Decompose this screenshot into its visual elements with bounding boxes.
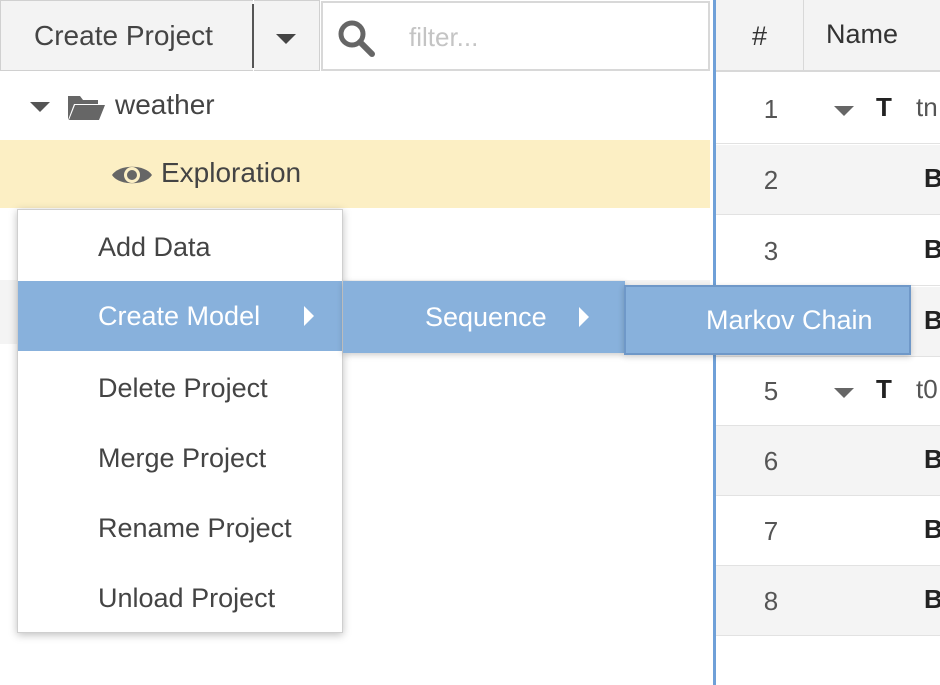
type-badge: B bbox=[924, 514, 940, 544]
tree-item-label: Exploration bbox=[161, 157, 302, 188]
project-context-menu: Add Data Create Model Delete Project Mer… bbox=[17, 209, 343, 633]
menu-item-label: Delete Project bbox=[98, 372, 268, 403]
expand-triangle-icon[interactable] bbox=[834, 388, 854, 398]
create-project-label: Create Project bbox=[34, 19, 213, 51]
eye-icon bbox=[112, 166, 152, 184]
search-icon bbox=[338, 20, 375, 57]
menu-item-rename-project[interactable]: Rename Project bbox=[18, 493, 342, 563]
expand-triangle-icon[interactable] bbox=[834, 106, 854, 116]
type-badge: T bbox=[876, 374, 892, 404]
expand-triangle-icon[interactable] bbox=[30, 102, 50, 112]
menu-item-label: Rename Project bbox=[98, 512, 292, 543]
column-header-index[interactable]: # bbox=[716, 0, 804, 72]
toolbar: Create Project bbox=[0, 0, 713, 72]
row-name: tn bbox=[916, 92, 938, 122]
row-number: 1 bbox=[763, 93, 779, 124]
menu-item-add-data[interactable]: Add Data bbox=[18, 212, 342, 282]
row-number: 2 bbox=[763, 164, 779, 195]
table-row[interactable]: 1 T tn bbox=[716, 74, 940, 144]
create-project-dropdown-button[interactable] bbox=[254, 0, 320, 71]
chevron-down-icon bbox=[276, 34, 296, 44]
table-row[interactable]: 8 B bbox=[716, 566, 940, 636]
menu-item-markov-chain[interactable]: Markov Chain bbox=[624, 285, 911, 355]
filter-box bbox=[321, 1, 710, 71]
filter-input[interactable] bbox=[409, 15, 699, 59]
menu-item-sequence[interactable]: Sequence bbox=[343, 281, 625, 353]
row-number: 5 bbox=[763, 375, 779, 406]
type-badge: B bbox=[924, 584, 940, 614]
menu-item-merge-project[interactable]: Merge Project bbox=[18, 423, 342, 493]
row-number: 6 bbox=[763, 445, 779, 476]
chevron-right-icon bbox=[579, 307, 589, 327]
menu-item-unload-project[interactable]: Unload Project bbox=[18, 563, 342, 633]
tree-item-weather[interactable]: weather bbox=[0, 72, 710, 140]
table-header: # Name bbox=[716, 0, 940, 72]
column-header-name[interactable]: Name bbox=[826, 19, 898, 50]
table-row[interactable]: 2 B bbox=[716, 145, 940, 215]
row-number: 8 bbox=[763, 585, 779, 616]
table-row[interactable]: 7 B bbox=[716, 496, 940, 566]
create-project-button[interactable]: Create Project bbox=[0, 0, 253, 71]
type-badge: B bbox=[924, 163, 940, 193]
tree-item-exploration[interactable]: Exploration bbox=[0, 140, 710, 208]
type-badge: B bbox=[924, 444, 940, 474]
chevron-right-icon bbox=[304, 306, 314, 326]
menu-item-create-model[interactable]: Create Model bbox=[18, 281, 342, 351]
table-row[interactable]: 3 B bbox=[716, 216, 940, 286]
menu-item-label: Markov Chain bbox=[706, 305, 873, 335]
row-name: t0 bbox=[916, 374, 938, 404]
menu-item-label: Sequence bbox=[425, 302, 547, 332]
type-badge: B bbox=[924, 234, 940, 264]
tree-item-label: weather bbox=[115, 89, 215, 120]
menu-item-label: Merge Project bbox=[98, 442, 267, 473]
table-row[interactable]: 5 T t0 bbox=[716, 356, 940, 426]
table-row[interactable]: 6 B bbox=[716, 426, 940, 496]
type-badge: T bbox=[876, 92, 892, 122]
menu-item-label: Add Data bbox=[98, 231, 211, 262]
menu-item-delete-project[interactable]: Delete Project bbox=[18, 353, 342, 423]
menu-item-label: Unload Project bbox=[98, 582, 276, 613]
row-number: 7 bbox=[763, 515, 779, 546]
type-badge: B bbox=[924, 305, 940, 335]
folder-open-icon bbox=[68, 96, 105, 120]
row-number: 3 bbox=[763, 235, 779, 266]
menu-item-label: Create Model bbox=[98, 300, 261, 331]
